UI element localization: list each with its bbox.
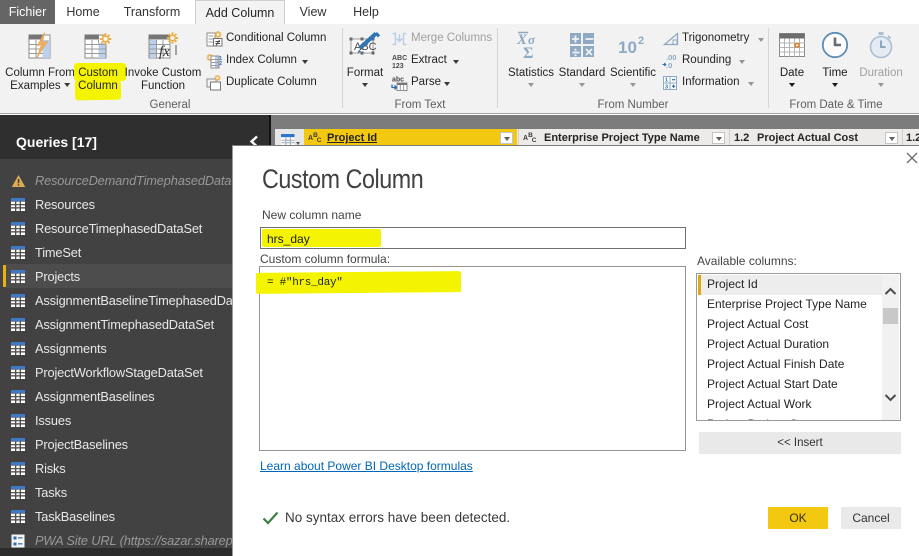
svg-text:123: 123 bbox=[392, 63, 404, 69]
svg-text:abc: abc bbox=[392, 77, 404, 84]
svg-text:2: 2 bbox=[638, 35, 644, 47]
svg-text:1: 1 bbox=[665, 78, 668, 84]
svg-text:Σ: Σ bbox=[523, 45, 533, 59]
svg-text:2: 2 bbox=[219, 61, 222, 67]
svg-text:3: 3 bbox=[665, 85, 668, 91]
svg-text:10: 10 bbox=[618, 38, 637, 57]
svg-text:.0: .0 bbox=[666, 61, 672, 69]
svg-text:ABC: ABC bbox=[392, 55, 407, 62]
svg-text:fx: fx bbox=[159, 44, 170, 59]
